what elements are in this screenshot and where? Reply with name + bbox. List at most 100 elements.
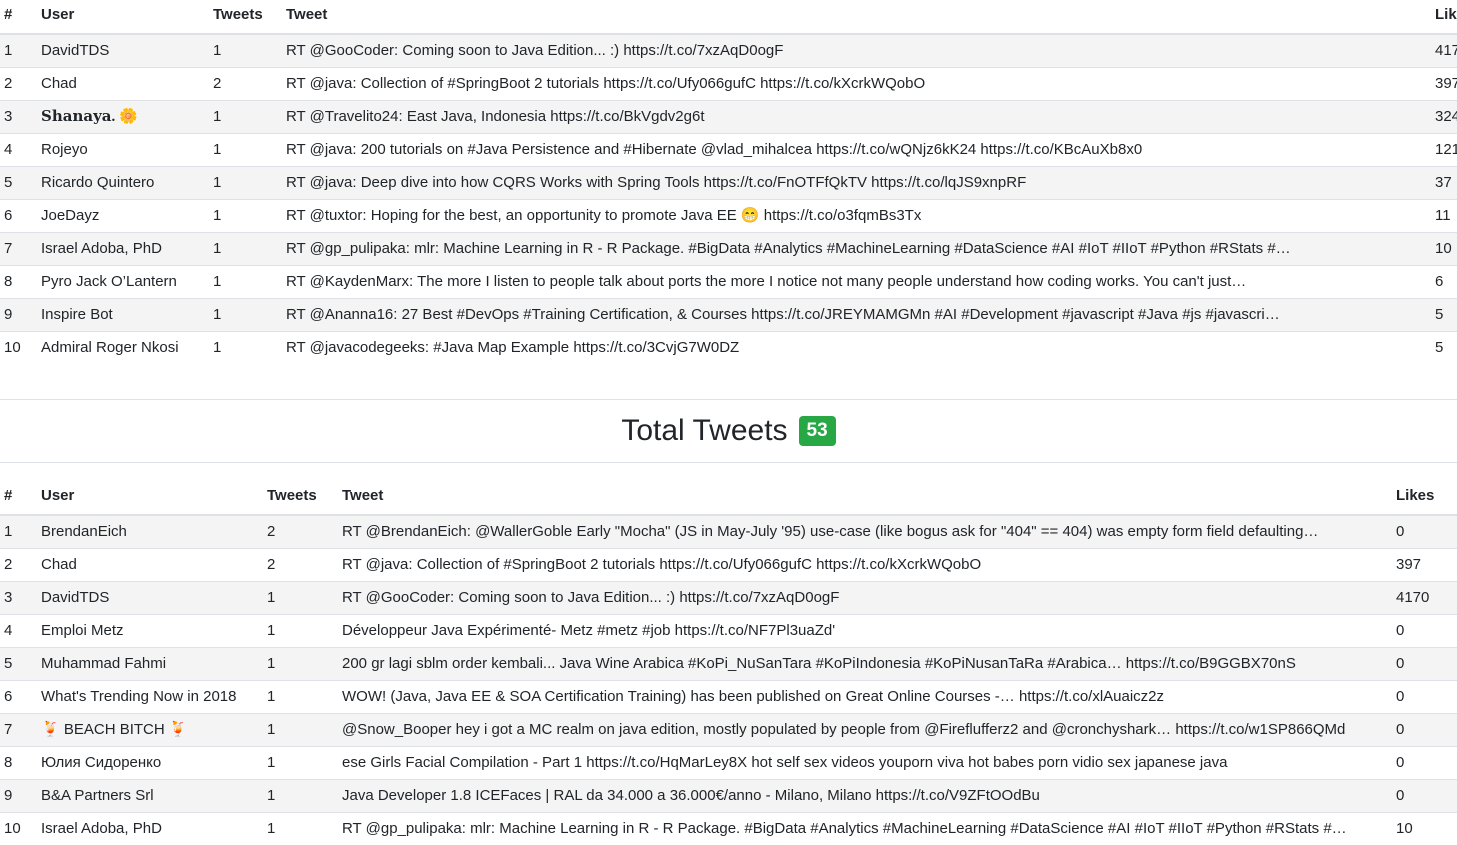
column-header-user[interactable]: User (37, 0, 211, 34)
cell-user: Chad (37, 549, 265, 582)
cell-user: Chad (37, 68, 211, 101)
cell-likes: 4170 (1431, 34, 1457, 68)
cell-user: DavidTDS (37, 582, 265, 615)
table-row[interactable]: 3DavidTDS1RT @GooCoder: Coming soon to J… (0, 582, 1457, 615)
cell-index: 5 (0, 648, 37, 681)
total-tweets-section: Total Tweets 53 (0, 400, 1457, 463)
cell-likes: 397 (1392, 549, 1457, 582)
table-row[interactable]: 4Emploi Metz1Développeur Java Expériment… (0, 615, 1457, 648)
cell-likes: 0 (1392, 780, 1457, 813)
table-row[interactable]: 10Admiral Roger Nkosi1RT @javacodegeeks:… (0, 332, 1457, 365)
cell-tweets: 1 (265, 615, 335, 648)
cell-index: 10 (0, 332, 37, 365)
table-row[interactable]: 5Muhammad Fahmi1200 gr lagi sblm order k… (0, 648, 1457, 681)
cell-tweets: 1 (265, 681, 335, 714)
table-row[interactable]: 7🍹 BEACH BITCH 🍹1@Snow_Booper hey i got … (0, 714, 1457, 747)
table-header-row: # User Tweets Tweet Likes (0, 481, 1457, 515)
cell-index: 9 (0, 780, 37, 813)
column-header-likes[interactable]: Likes (1392, 481, 1457, 515)
cell-index: 10 (0, 813, 37, 845)
cell-tweets: 1 (211, 332, 279, 365)
cell-index: 6 (0, 200, 37, 233)
cell-index: 1 (0, 515, 37, 549)
section-divider (0, 364, 1457, 400)
cell-index: 2 (0, 549, 37, 582)
cell-user: DavidTDS (37, 34, 211, 68)
cell-tweets: 2 (265, 515, 335, 549)
table-row[interactable]: 6What's Trending Now in 20181WOW! (Java,… (0, 681, 1457, 714)
table-row[interactable]: 6JoeDayz1RT @tuxtor: Hoping for the best… (0, 200, 1457, 233)
cell-tweet: RT @javacodegeeks: #Java Map Example htt… (279, 332, 1431, 365)
cell-tweet: RT @gp_pulipaka: mlr: Machine Learning i… (279, 233, 1431, 266)
table-row[interactable]: 8Юлия Сидоренко1ese Girls Facial Compila… (0, 747, 1457, 780)
cell-index: 7 (0, 714, 37, 747)
cell-user: Admiral Roger Nkosi (37, 332, 211, 365)
column-header-tweet[interactable]: Tweet (279, 0, 1431, 34)
table-row[interactable]: 9B&A Partners Srl1Java Developer 1.8 ICE… (0, 780, 1457, 813)
cell-tweet: RT @GooCoder: Coming soon to Java Editio… (279, 34, 1431, 68)
cell-likes: 11 (1431, 200, 1457, 233)
table-row[interactable]: 1DavidTDS1RT @GooCoder: Coming soon to J… (0, 34, 1457, 68)
cell-likes: 0 (1392, 681, 1457, 714)
table-row[interactable]: 1BrendanEich2RT @BrendanEich: @WallerGob… (0, 515, 1457, 549)
cell-tweets: 1 (211, 134, 279, 167)
cell-user: 🍹 BEACH BITCH 🍹 (37, 714, 265, 747)
cell-tweet: Développeur Java Expérimenté- Metz #metz… (335, 615, 1392, 648)
cell-index: 1 (0, 34, 37, 68)
table-row[interactable]: 10Israel Adoba, PhD1RT @gp_pulipaka: mlr… (0, 813, 1457, 845)
cell-tweets: 1 (265, 813, 335, 845)
cell-index: 9 (0, 299, 37, 332)
column-header-tweets[interactable]: Tweets (211, 0, 279, 34)
table-row[interactable]: 2Chad2RT @java: Collection of #SpringBoo… (0, 68, 1457, 101)
cell-likes: 0 (1392, 714, 1457, 747)
cell-likes: 324 (1431, 101, 1457, 134)
cell-index: 4 (0, 615, 37, 648)
cell-likes: 5 (1431, 299, 1457, 332)
table-row[interactable]: 4Rojeyo1RT @java: 200 tutorials on #Java… (0, 134, 1457, 167)
cell-tweets: 1 (265, 582, 335, 615)
cell-likes: 0 (1392, 747, 1457, 780)
top-tweets-table: # User Tweets Tweet Likes 1DavidTDS1RT @… (0, 0, 1457, 364)
cell-tweet: RT @Travelito24: East Java, Indonesia ht… (279, 101, 1431, 134)
cell-user: Юлия Сидоренко (37, 747, 265, 780)
total-tweets-badge: 53 (799, 416, 836, 446)
cell-tweets: 1 (211, 266, 279, 299)
cell-tweets: 1 (211, 34, 279, 68)
table-header-row: # User Tweets Tweet Likes (0, 0, 1457, 34)
cell-tweet: RT @tuxtor: Hoping for the best, an oppo… (279, 200, 1431, 233)
cell-tweet: 200 gr lagi sblm order kembali... Java W… (335, 648, 1392, 681)
cell-likes: 121 (1431, 134, 1457, 167)
cell-tweet: RT @java: Deep dive into how CQRS Works … (279, 167, 1431, 200)
cell-likes: 37 (1431, 167, 1457, 200)
cell-tweet: Java Developer 1.8 ICEFaces | RAL da 34.… (335, 780, 1392, 813)
bottom-table-body: 1BrendanEich2RT @BrendanEich: @WallerGob… (0, 515, 1457, 845)
cell-likes: 397 (1431, 68, 1457, 101)
cell-tweet: RT @Ananna16: 27 Best #DevOps #Training … (279, 299, 1431, 332)
cell-tweet: ese Girls Facial Compilation - Part 1 ht… (335, 747, 1392, 780)
table-row[interactable]: 7Israel Adoba, PhD1RT @gp_pulipaka: mlr:… (0, 233, 1457, 266)
column-header-index[interactable]: # (0, 481, 37, 515)
cell-tweet: RT @java: 200 tutorials on #Java Persist… (279, 134, 1431, 167)
post-total-gap (0, 463, 1457, 481)
cell-likes: 10 (1431, 233, 1457, 266)
table-row[interactable]: 2Chad2RT @java: Collection of #SpringBoo… (0, 549, 1457, 582)
cell-likes: 0 (1392, 648, 1457, 681)
cell-index: 7 (0, 233, 37, 266)
cell-index: 5 (0, 167, 37, 200)
column-header-tweet[interactable]: Tweet (335, 481, 1392, 515)
cell-user: Pyro Jack O’Lantern (37, 266, 211, 299)
column-header-tweets[interactable]: Tweets (265, 481, 335, 515)
column-header-index[interactable]: # (0, 0, 37, 34)
cell-likes: 0 (1392, 615, 1457, 648)
cell-index: 8 (0, 747, 37, 780)
table-row[interactable]: 3𝐒𝐡𝐚𝐧𝐚𝐲𝐚. 🌼1RT @Travelito24: East Java, … (0, 101, 1457, 134)
cell-index: 2 (0, 68, 37, 101)
column-header-user[interactable]: User (37, 481, 265, 515)
cell-tweet: RT @java: Collection of #SpringBoot 2 tu… (279, 68, 1431, 101)
column-header-likes[interactable]: Likes (1431, 0, 1457, 34)
cell-user: B&A Partners Srl (37, 780, 265, 813)
table-row[interactable]: 9Inspire Bot1RT @Ananna16: 27 Best #DevO… (0, 299, 1457, 332)
table-row[interactable]: 5Ricardo Quintero1RT @java: Deep dive in… (0, 167, 1457, 200)
top-table-header: # User Tweets Tweet Likes (0, 0, 1457, 34)
table-row[interactable]: 8Pyro Jack O’Lantern1RT @KaydenMarx: The… (0, 266, 1457, 299)
